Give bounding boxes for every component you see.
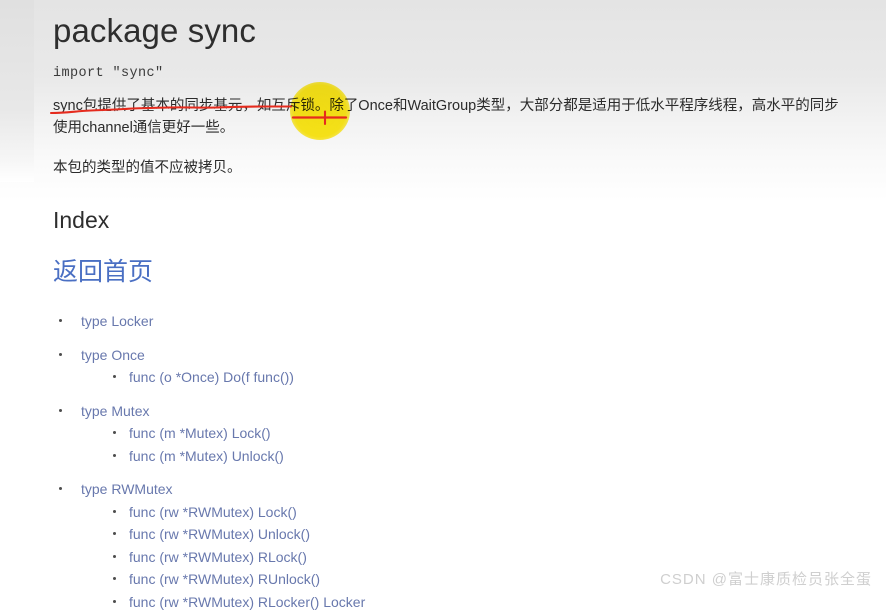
index-func-link[interactable]: func (m *Mutex) Unlock() [129,445,284,468]
index-func-link[interactable]: func (rw *RWMutex) RLocker() Locker [129,591,365,613]
package-description-paragraph-2: 本包的类型的值不应被拷贝。 [53,157,843,179]
index-group-item: type Mutexfunc (m *Mutex) Lock()func (m … [53,400,886,468]
index-sub-item: func (rw *RWMutex) RLock() [111,546,886,569]
index-sublist: func (m *Mutex) Lock()func (m *Mutex) Un… [81,422,886,467]
index-sub-item: func (rw *RWMutex) RLocker() Locker [111,591,886,613]
index-func-link[interactable]: func (rw *RWMutex) Lock() [129,501,297,524]
index-sub-item: func (m *Mutex) Unlock() [111,445,886,468]
index-group-item: type RWMutexfunc (rw *RWMutex) Lock()fun… [53,478,886,613]
index-group-item: type Locker [53,310,886,333]
return-home-link[interactable]: 返回首页 [53,252,153,288]
index-sub-item: func (m *Mutex) Lock() [111,422,886,445]
document-body: package sync import "sync" sync包提供了基本的同步… [0,0,886,613]
index-type-link[interactable]: type Once [81,344,145,367]
index-sub-item: func (rw *RWMutex) Unlock() [111,523,886,546]
index-sub-item: func (o *Once) Do(f func()) [111,366,886,389]
index-group-spacer [53,389,886,400]
index-type-link[interactable]: type RWMutex [81,478,173,501]
index-sublist: func (o *Once) Do(f func()) [81,366,886,389]
index-func-link[interactable]: func (rw *RWMutex) Unlock() [129,523,310,546]
index-sublist: func (rw *RWMutex) Lock()func (rw *RWMut… [81,501,886,613]
index-group-item: type Oncefunc (o *Once) Do(f func()) [53,344,886,389]
index-sub-item: func (rw *RWMutex) Lock() [111,501,886,524]
index-group-spacer [53,333,886,344]
page-title: package sync [53,0,886,51]
index-heading: Index [53,207,886,234]
index-func-link[interactable]: func (o *Once) Do(f func()) [129,366,294,389]
index-func-link[interactable]: func (m *Mutex) Lock() [129,422,271,445]
index-type-link[interactable]: type Locker [81,310,153,333]
index-group-spacer [53,467,886,478]
import-statement: import "sync" [53,66,886,81]
index-func-link[interactable]: func (rw *RWMutex) RUnlock() [129,568,320,591]
index-func-link[interactable]: func (rw *RWMutex) RLock() [129,546,307,569]
csdn-watermark: CSDN @富士康质检员张全蛋 [660,568,872,589]
index-type-link[interactable]: type Mutex [81,400,149,423]
package-description-paragraph-1: sync包提供了基本的同步基元，如互斥锁。除了Once和WaitGroup类型，… [53,95,843,139]
